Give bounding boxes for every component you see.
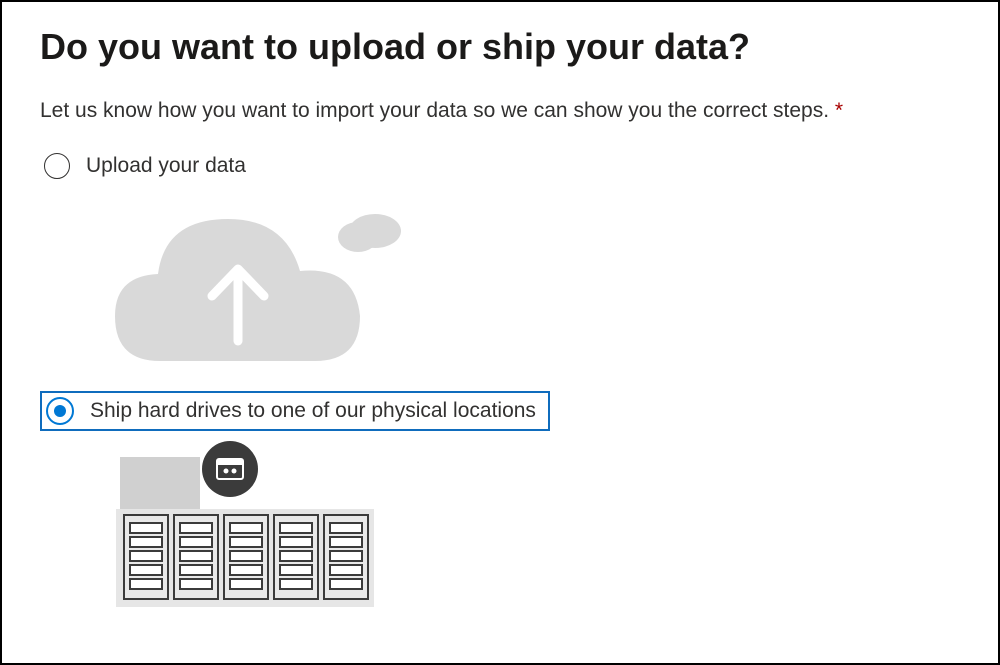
import-data-step: Do you want to upload or ship your data?… (0, 0, 1000, 665)
required-indicator: * (835, 99, 843, 122)
subtitle-text: Let us know how you want to import your … (40, 99, 829, 122)
option-upload-label: Upload your data (86, 154, 246, 178)
option-ship-label: Ship hard drives to one of our physical … (90, 399, 536, 423)
cloud-upload-icon (110, 191, 960, 381)
page-title: Do you want to upload or ship your data? (40, 24, 960, 69)
datacenter-icon (110, 437, 960, 607)
page-subtitle: Let us know how you want to import your … (40, 99, 960, 123)
option-upload[interactable]: Upload your data (40, 147, 960, 185)
option-ship[interactable]: Ship hard drives to one of our physical … (40, 391, 550, 431)
radio-ship[interactable] (46, 397, 74, 425)
radio-upload[interactable] (44, 153, 70, 179)
